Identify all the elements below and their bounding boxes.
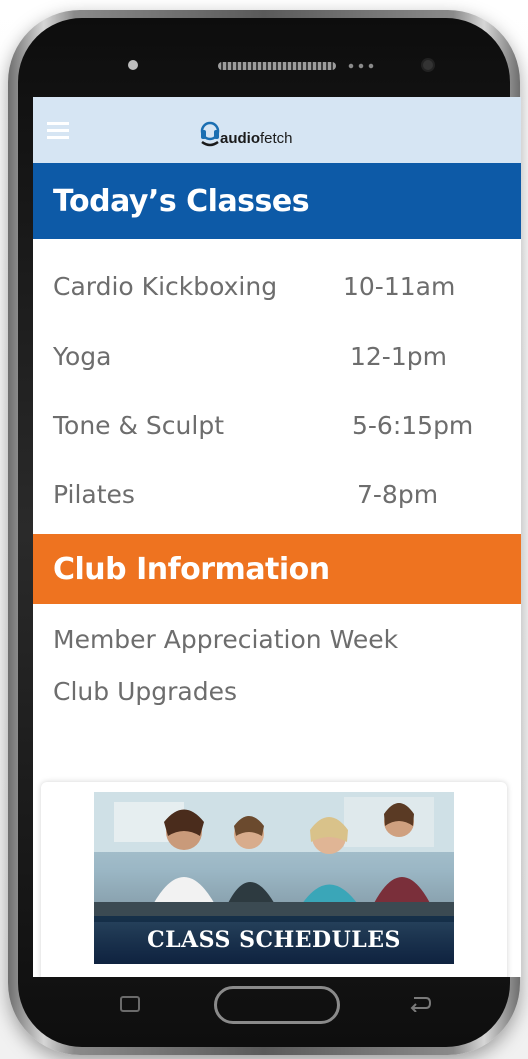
class-schedules-card[interactable]: CLASS SCHEDULES [41, 782, 507, 977]
headphone-logo-icon [200, 121, 220, 147]
club-info-item[interactable]: Member Appreciation Week [53, 625, 398, 654]
recent-apps-icon[interactable] [120, 996, 140, 1012]
class-time: 10-11am [343, 272, 456, 301]
logo-text: audiofetch [220, 130, 293, 147]
app-screen: audiofetch Today’s Classes Cardio Kickbo… [33, 97, 521, 977]
class-name: Yoga [53, 342, 112, 371]
class-name: Pilates [53, 480, 135, 509]
class-row[interactable]: Pilates 7-8pm [33, 468, 521, 528]
proximity-sensor [128, 60, 138, 70]
class-row[interactable]: Cardio Kickboxing 10-11am [33, 260, 521, 320]
audiofetch-logo[interactable]: audiofetch [198, 114, 293, 150]
class-row[interactable]: Tone & Sculpt 5-6:15pm [33, 399, 521, 459]
class-time: 12-1pm [350, 342, 447, 371]
back-icon[interactable] [408, 994, 432, 1012]
home-button[interactable] [214, 986, 340, 1024]
class-schedules-banner[interactable]: CLASS SCHEDULES [94, 792, 454, 964]
class-row[interactable]: Yoga 12-1pm [33, 330, 521, 390]
class-time: 5-6:15pm [352, 411, 474, 440]
club-information-heading: Club Information [33, 534, 521, 604]
banner-caption: CLASS SCHEDULES [94, 916, 454, 964]
earpiece-speaker [218, 62, 336, 70]
class-time: 7-8pm [357, 480, 439, 509]
class-name: Tone & Sculpt [53, 411, 225, 440]
front-camera [423, 60, 433, 70]
speaker-dots [346, 62, 376, 70]
app-header: audiofetch [33, 97, 521, 163]
system-navigation-bar [18, 982, 510, 1032]
hamburger-menu-icon[interactable] [47, 122, 69, 139]
class-name: Cardio Kickboxing [53, 272, 278, 301]
club-info-item[interactable]: Club Upgrades [53, 677, 237, 706]
todays-classes-heading: Today’s Classes [33, 163, 521, 239]
